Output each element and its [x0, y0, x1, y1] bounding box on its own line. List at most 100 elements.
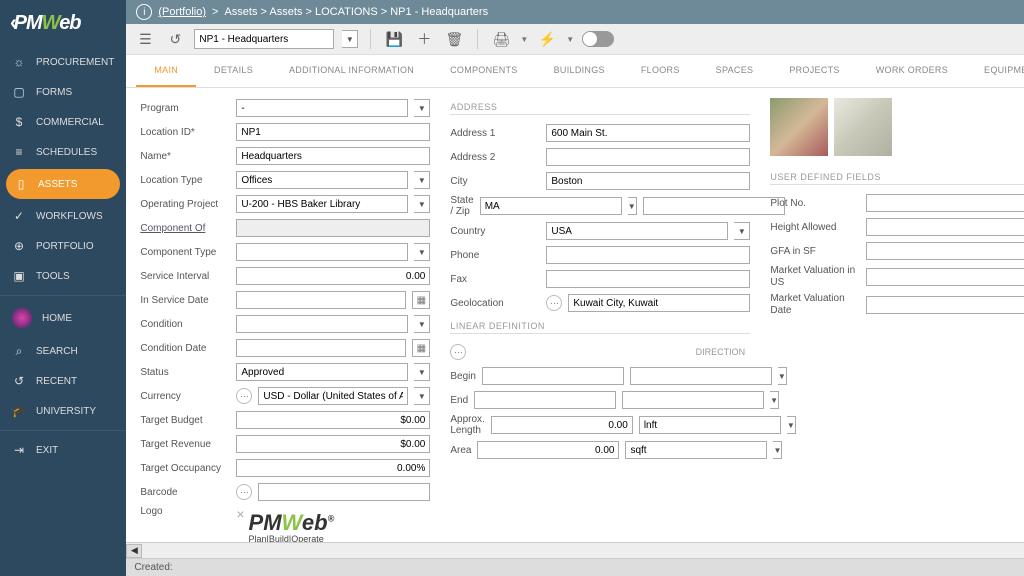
condition-field[interactable]	[236, 315, 408, 333]
component-of-label[interactable]: Component Of	[140, 223, 230, 234]
sidebar-item-university[interactable]: 🎓UNIVERSITY	[0, 396, 126, 426]
tab-components[interactable]: COMPONENTS	[432, 55, 536, 87]
phone-field[interactable]	[546, 246, 750, 264]
chevron-down-icon[interactable]: ▼	[734, 222, 750, 240]
zip-field[interactable]	[643, 197, 785, 215]
program-field[interactable]	[236, 99, 408, 117]
condition-label: Condition	[140, 319, 230, 330]
sidebar-item-portfolio[interactable]: ⊕PORTFOLIO	[0, 231, 126, 261]
tab-floors[interactable]: FLOORS	[623, 55, 698, 87]
chevron-down-icon[interactable]: ▼	[628, 197, 637, 215]
operating-project-field[interactable]	[236, 195, 408, 213]
chevron-down-icon[interactable]: ▼	[414, 195, 430, 213]
address1-label: Address 1	[450, 128, 540, 139]
save-button[interactable]: 💾	[383, 28, 405, 50]
sidebar-item-search[interactable]: ⌕SEARCH	[0, 336, 126, 366]
chevron-down-icon[interactable]: ▼	[414, 243, 430, 261]
sidebar-item-home[interactable]: HOME	[0, 300, 126, 336]
chevron-down-icon[interactable]: ▼	[414, 315, 430, 333]
area-label: Area	[450, 445, 471, 456]
end-dir-field[interactable]	[622, 391, 764, 409]
record-selector[interactable]	[194, 29, 334, 49]
mv-date-field[interactable]	[866, 296, 1024, 314]
location-id-field[interactable]	[236, 123, 430, 141]
chevron-down-icon[interactable]: ▼	[414, 363, 430, 381]
chevron-down-icon[interactable]: ▼	[414, 387, 430, 405]
length-unit-field[interactable]	[639, 416, 781, 434]
scroll-left-icon[interactable]: ◀	[126, 544, 142, 558]
location-type-field[interactable]	[236, 171, 408, 189]
tab-additional[interactable]: ADDITIONAL INFORMATION	[271, 55, 432, 87]
area-field[interactable]	[477, 441, 619, 459]
plot-field[interactable]	[866, 194, 1024, 212]
in-service-date-field[interactable]	[236, 291, 406, 309]
chevron-down-icon[interactable]: ▼	[342, 30, 358, 48]
fax-field[interactable]	[546, 270, 750, 288]
calendar-icon[interactable]: ▦	[412, 339, 430, 357]
tab-buildings[interactable]: BUILDINGS	[536, 55, 623, 87]
sidebar-item-exit[interactable]: ⇥EXIT	[0, 435, 126, 465]
chevron-down-icon[interactable]: ▼	[414, 171, 430, 189]
tab-spaces[interactable]: SPACES	[698, 55, 772, 87]
gfa-field[interactable]	[866, 242, 1024, 260]
calendar-icon[interactable]: ▦	[412, 291, 430, 309]
tab-equipment[interactable]: EQUIPMENT	[966, 55, 1024, 87]
target-occupancy-field[interactable]	[236, 459, 430, 477]
area-unit-field[interactable]	[625, 441, 767, 459]
name-field[interactable]	[236, 147, 430, 165]
sidebar-item-procurement[interactable]: ☼PROCUREMENT	[0, 47, 126, 77]
sidebar-item-workflows[interactable]: ✓WORKFLOWS	[0, 201, 126, 231]
bolt-button[interactable]: ⚡	[536, 28, 558, 50]
sidebar-item-commercial[interactable]: $COMMERCIAL	[0, 107, 126, 137]
length-field[interactable]	[491, 416, 633, 434]
history-button[interactable]: ↺	[164, 28, 186, 50]
remove-logo-button[interactable]: ×	[236, 506, 244, 522]
tab-projects[interactable]: PROJECTS	[771, 55, 857, 87]
currency-field[interactable]	[258, 387, 408, 405]
delete-button[interactable]: 🗑	[443, 28, 465, 50]
breadcrumb-portfolio[interactable]: (Portfolio)	[158, 6, 206, 18]
country-field[interactable]	[546, 222, 728, 240]
barcode-field[interactable]	[258, 483, 430, 501]
target-revenue-field[interactable]	[236, 435, 430, 453]
tab-details[interactable]: DETAILS	[196, 55, 271, 87]
service-interval-field[interactable]	[236, 267, 430, 285]
begin-field[interactable]	[482, 367, 624, 385]
target-budget-field[interactable]	[236, 411, 430, 429]
sidebar-item-recent[interactable]: ↺RECENT	[0, 366, 126, 396]
more-icon[interactable]: ⋯	[236, 388, 252, 404]
mv-us-field[interactable]	[866, 268, 1024, 286]
info-icon[interactable]: i	[136, 4, 152, 20]
city-field[interactable]	[546, 172, 750, 190]
sidebar-item-forms[interactable]: ▢FORMS	[0, 77, 126, 107]
end-field[interactable]	[474, 391, 616, 409]
more-icon[interactable]: ⋯	[450, 344, 466, 360]
toggle-switch[interactable]	[582, 31, 614, 47]
geo-field[interactable]	[568, 294, 750, 312]
status-field[interactable]	[236, 363, 408, 381]
tab-main[interactable]: MAIN	[136, 55, 196, 87]
condition-date-field[interactable]	[236, 339, 406, 357]
state-field[interactable]	[480, 197, 622, 215]
sidebar-item-label: RECENT	[36, 376, 77, 387]
print-button[interactable]: 🖨	[490, 28, 512, 50]
address1-field[interactable]	[546, 124, 750, 142]
horizontal-scrollbar[interactable]: ◀ ▶	[126, 542, 1024, 558]
list-view-button[interactable]: ☰	[134, 28, 156, 50]
chevron-down-icon[interactable]: ▼	[414, 99, 430, 117]
service-interval-label: Service Interval	[140, 271, 230, 282]
add-button[interactable]: ＋	[413, 28, 435, 50]
component-type-field[interactable]	[236, 243, 408, 261]
more-icon[interactable]: ⋯	[236, 484, 252, 500]
begin-dir-field[interactable]	[630, 367, 772, 385]
sidebar-item-assets[interactable]: ▯ASSETS	[6, 169, 120, 199]
height-field[interactable]	[866, 218, 1024, 236]
sidebar-item-schedules[interactable]: ≡SCHEDULES	[0, 137, 126, 167]
sidebar-item-tools[interactable]: ▣TOOLS	[0, 261, 126, 291]
tab-work-orders[interactable]: WORK ORDERS	[858, 55, 966, 87]
image-thumbnail[interactable]	[834, 98, 892, 156]
more-icon[interactable]: ⋯	[546, 295, 562, 311]
image-thumbnail[interactable]	[770, 98, 828, 156]
component-of-field[interactable]	[236, 219, 430, 237]
address2-field[interactable]	[546, 148, 750, 166]
